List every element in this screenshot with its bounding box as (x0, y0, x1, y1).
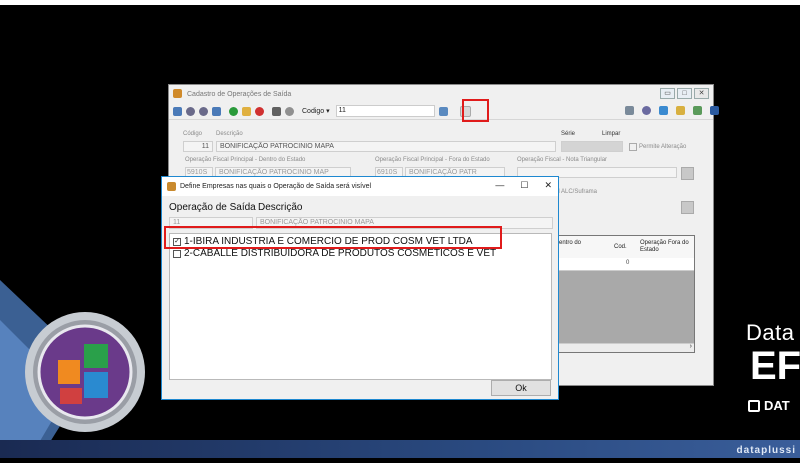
close-button[interactable]: ✕ (694, 88, 709, 99)
alc-label: al ALC/Suframa (555, 189, 598, 195)
item-highlight-box (164, 226, 502, 249)
maximize-button[interactable]: □ (677, 88, 692, 99)
col-operacao-header: Operação de Saída (169, 202, 256, 213)
menu-icon[interactable] (710, 106, 719, 115)
op-triang-lookup-button[interactable] (681, 167, 694, 180)
codigo-search-input[interactable]: 11 (335, 105, 435, 117)
cadastro-title: Cadastro de Operações de Saída (187, 90, 292, 98)
toolbar-right-group (621, 106, 719, 115)
grid-col-fora: Operação Fora do Estado (640, 240, 689, 253)
prev-icon[interactable] (199, 106, 208, 116)
descricao-label: Descrição (216, 131, 243, 137)
grid-row-cod: 0 (626, 260, 630, 266)
dialog-maximize-button[interactable]: ☐ (520, 180, 528, 191)
toolbar-highlight-box (462, 99, 489, 122)
filter-icon[interactable] (676, 106, 685, 115)
dialog-close-button[interactable]: ✕ (544, 180, 552, 191)
op-triang-label: Operação Fiscal - Nota Triangular (517, 157, 608, 163)
attach-icon[interactable] (625, 106, 634, 115)
permite-alteracao-check[interactable]: Permite Alteração (629, 143, 686, 151)
grid-hscrollbar[interactable]: › (556, 343, 694, 352)
alc-lookup-button[interactable] (681, 201, 694, 214)
brand-mark-icon (748, 399, 760, 412)
col-descricao-header: Descrição (258, 202, 303, 213)
footer-bar: dataplussi (0, 440, 800, 458)
cadastro-titlebar: Cadastro de Operações de Saída ▭ □ ✕ (169, 85, 713, 103)
print-icon[interactable] (272, 106, 281, 116)
scroll-right-icon[interactable]: › (690, 343, 692, 350)
grid-icon[interactable] (212, 106, 221, 116)
serie-field[interactable] (561, 141, 623, 152)
dialog-minimize-button[interactable]: — (495, 180, 504, 191)
ok-button[interactable]: Ok (491, 380, 551, 396)
dialog-title: Define Empresas nas quais o Operação de … (180, 183, 372, 190)
grid-header: entro do Cod. Operação Fora do Estado (556, 236, 694, 259)
codigo-field[interactable]: 11 (183, 141, 213, 152)
serie-label: Série (561, 131, 576, 137)
save-icon[interactable] (173, 106, 182, 116)
empresas-listbox[interactable]: ✓ 1-IBIRA INDUSTRIA E COMERCIO DE PROD C… (169, 233, 552, 380)
codigo-dropdown[interactable]: Codigo ▾ (302, 107, 330, 115)
find-icon[interactable] (642, 106, 651, 115)
dialog-titlebar: Define Empresas nas quais o Operação de … (162, 177, 558, 196)
descricao-field[interactable]: BONIFICAÇÃO PATROCINIO MAPA (216, 141, 556, 152)
codigo-label: Código (183, 131, 203, 137)
limpar-label[interactable]: Limpar (602, 131, 620, 137)
checkbox-icon[interactable] (173, 249, 181, 258)
brand-line1: Data (746, 320, 795, 345)
operations-grid: entro do Cod. Operação Fora do Estado 0 … (555, 235, 695, 353)
grid-row[interactable]: 0 (556, 258, 694, 271)
list-item[interactable]: 2-CABALLE DISTRIBUIDORA DE PRODUTOS COSM… (173, 248, 496, 259)
app-icon (173, 89, 182, 98)
window-icon[interactable] (659, 106, 668, 115)
brand-line3: DAT (748, 398, 790, 413)
dialog-app-icon (167, 182, 176, 191)
search-go-icon[interactable] (438, 106, 448, 116)
refresh-icon[interactable] (285, 106, 294, 116)
list-item-label: 2-CABALLE DISTRIBUIDORA DE PRODUTOS COSM… (184, 248, 497, 259)
grid-col-dentro: entro do (559, 240, 582, 246)
op-fora-label: Operação Fiscal Principal - Fora do Esta… (375, 157, 490, 163)
op-dentro-label: Operação Fiscal Principal - Dentro do Es… (185, 157, 306, 163)
top-strip (0, 0, 800, 5)
user-icon[interactable] (693, 106, 702, 115)
brand-line2: EF (750, 344, 800, 388)
first-icon[interactable] (186, 106, 195, 116)
footer-url: dataplussi (736, 445, 796, 456)
minimize-button[interactable]: ▭ (660, 88, 675, 99)
add-icon[interactable] (229, 106, 238, 116)
grid-col-cod: Cod. (614, 244, 627, 250)
decorative-logo (0, 280, 170, 458)
define-empresas-dialog: Define Empresas nas quais o Operação de … (161, 176, 559, 400)
edit-icon[interactable] (242, 106, 251, 116)
delete-icon[interactable] (255, 106, 264, 116)
